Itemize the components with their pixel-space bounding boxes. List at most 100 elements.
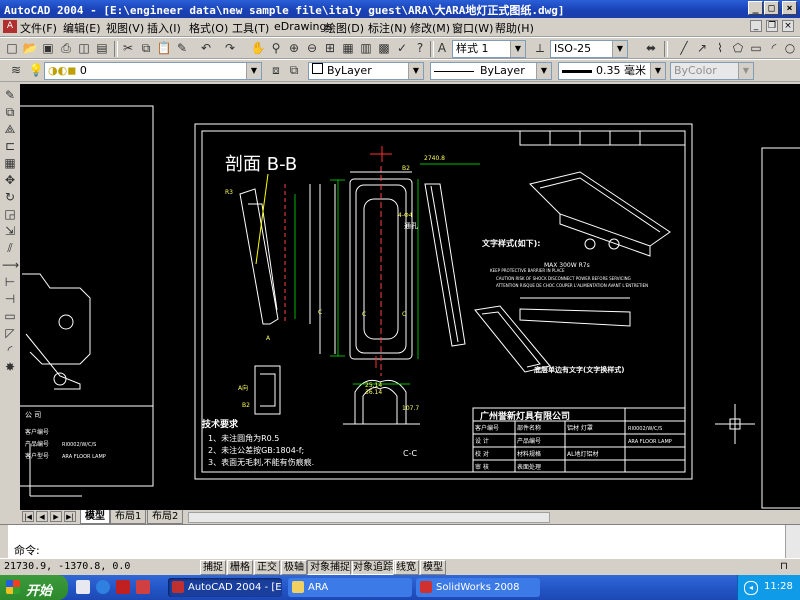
layer-previous-icon[interactable]: ⧉ — [286, 62, 302, 78]
menu-file[interactable]: 文件(F) — [20, 20, 57, 36]
rectangle-icon[interactable]: ▭ — [748, 40, 764, 56]
lineweight-toggle[interactable]: 线宽 — [393, 560, 419, 575]
tool-palettes-icon[interactable]: ▥ — [358, 40, 374, 56]
paste-icon[interactable]: 📋 — [156, 40, 172, 56]
maximize-button[interactable]: □ — [764, 1, 779, 15]
stretch-icon[interactable]: ⇲ — [2, 224, 18, 239]
doc-minimize-button[interactable]: _ — [750, 20, 762, 32]
menu-format[interactable]: 格式(O) — [189, 20, 228, 36]
break-icon[interactable]: ⊣ — [2, 292, 18, 307]
menu-help[interactable]: 帮助(H) — [495, 20, 534, 36]
model-toggle[interactable]: 模型 — [420, 560, 446, 575]
polar-toggle[interactable]: 极轴 — [281, 560, 307, 575]
pan-icon[interactable]: ✋ — [250, 40, 266, 56]
publish-icon[interactable]: ▤ — [94, 40, 110, 56]
menu-dimension[interactable]: 标注(N) — [368, 20, 407, 36]
quicklaunch-acad-icon[interactable] — [116, 580, 130, 594]
menu-edit[interactable]: 编辑(E) — [63, 20, 101, 36]
explode-icon[interactable]: ✸ — [2, 360, 18, 375]
chamfer-icon[interactable]: ◸ — [2, 326, 18, 341]
properties-icon[interactable]: ⊞ — [322, 40, 338, 56]
minimize-button[interactable]: _ — [748, 1, 763, 15]
menu-view[interactable]: 视图(V) — [106, 20, 144, 36]
menu-draw[interactable]: 绘图(D) — [325, 20, 364, 36]
menu-window[interactable]: 窗口(W) — [452, 20, 493, 36]
join-icon[interactable]: ▭ — [2, 309, 18, 324]
task-solidworks[interactable]: SolidWorks 2008 — [416, 578, 540, 597]
dbconnect-icon[interactable]: ▩ — [376, 40, 392, 56]
plot-style-icon[interactable]: ⬌ — [643, 40, 659, 56]
polyline-icon[interactable]: ⌇ — [712, 40, 728, 56]
ortho-toggle[interactable]: 正交 — [254, 560, 280, 575]
copy-icon[interactable]: ⧉ — [138, 40, 154, 56]
command-input[interactable] — [52, 540, 772, 556]
menu-tools[interactable]: 工具(T) — [232, 20, 269, 36]
app-icon[interactable]: A — [3, 20, 17, 33]
rotate-icon[interactable]: ↻ — [2, 190, 18, 205]
make-current-layer-icon[interactable]: ⧈ — [268, 62, 284, 78]
menu-edrawings[interactable]: eDrawings — [274, 20, 332, 33]
erase-icon[interactable]: ✎ — [2, 88, 18, 103]
task-ara-folder[interactable]: ARA — [288, 578, 412, 597]
copy-object-icon[interactable]: ⧉ — [2, 105, 18, 120]
plot-icon[interactable]: ⎙ — [58, 40, 74, 56]
command-scrollbar[interactable] — [785, 525, 800, 559]
break-point-icon[interactable]: ⊢ — [2, 275, 18, 290]
zoom-previous-icon[interactable]: ⊖ — [304, 40, 320, 56]
markup-icon[interactable]: ✓ — [394, 40, 410, 56]
menu-modify[interactable]: 修改(M) — [410, 20, 450, 36]
last-tab-button[interactable]: ▶| — [64, 511, 76, 522]
scale-icon[interactable]: ◲ — [2, 207, 18, 222]
move-icon[interactable]: ✥ — [2, 173, 18, 188]
tab-layout2[interactable]: 布局2 — [147, 510, 184, 524]
text-style-select[interactable]: 样式 1 ▼ — [452, 40, 526, 58]
quicklaunch-sw-icon[interactable] — [136, 580, 150, 594]
tray-settings-icon[interactable]: ⊓ — [780, 561, 788, 572]
help-icon[interactable]: ? — [412, 40, 428, 56]
quicklaunch-ie-icon[interactable] — [96, 580, 110, 594]
osnap-toggle[interactable]: 对象捕捉 — [307, 560, 353, 575]
mirror-icon[interactable]: ⟁ — [2, 122, 18, 137]
layer-select[interactable]: ◑◐◼ 0 ▼ — [44, 62, 262, 80]
doc-restore-button[interactable]: ❐ — [766, 20, 778, 32]
design-center-icon[interactable]: ▦ — [340, 40, 356, 56]
xline-icon[interactable]: ↗ — [694, 40, 710, 56]
extend-icon[interactable]: ⟶ — [2, 258, 19, 273]
quicklaunch-desktop-icon[interactable] — [76, 580, 90, 594]
tab-layout1[interactable]: 布局1 — [110, 510, 147, 524]
lineweight-select[interactable]: 0.35 毫米 ▼ — [558, 62, 666, 80]
undo-icon[interactable]: ↶ — [198, 40, 214, 56]
snap-toggle[interactable]: 捕捉 — [200, 560, 226, 575]
line-icon[interactable]: ╱ — [676, 40, 692, 56]
linetype-select[interactable]: ByLayer ▼ — [430, 62, 552, 80]
polygon-icon[interactable]: ⬠ — [730, 40, 746, 56]
trim-icon[interactable]: ⫽ — [2, 241, 18, 256]
grid-toggle[interactable]: 栅格 — [227, 560, 253, 575]
match-properties-icon[interactable]: ✎ — [174, 40, 190, 56]
array-icon[interactable]: ▦ — [2, 156, 18, 171]
redo-icon[interactable]: ↷ — [222, 40, 238, 56]
zoom-realtime-icon[interactable]: ⚲ — [268, 40, 284, 56]
task-autocad[interactable]: AutoCAD 2004 - [E:\... — [168, 578, 282, 597]
doc-close-button[interactable]: × — [782, 20, 794, 32]
dim-style-select[interactable]: ISO-25 ▼ — [550, 40, 628, 58]
layer-manager-icon[interactable]: ≋ — [8, 62, 24, 78]
fillet-icon[interactable]: ◜ — [2, 343, 18, 358]
open-icon[interactable]: 📂 — [22, 40, 38, 56]
prev-tab-button[interactable]: ◀ — [36, 511, 48, 522]
close-button[interactable]: × — [782, 1, 797, 15]
zoom-window-icon[interactable]: ⊕ — [286, 40, 302, 56]
next-tab-button[interactable]: ▶ — [50, 511, 62, 522]
otrack-toggle[interactable]: 对象追踪 — [350, 560, 396, 575]
new-icon[interactable]: □ — [4, 40, 20, 56]
volume-icon[interactable]: ◂ — [744, 581, 758, 595]
preview-icon[interactable]: ◫ — [76, 40, 92, 56]
tab-model[interactable]: 模型 — [80, 510, 110, 524]
circle-icon[interactable]: ○ — [782, 40, 798, 56]
offset-icon[interactable]: ⊏ — [2, 139, 18, 154]
arc-icon[interactable]: ◜ — [766, 40, 782, 56]
first-tab-button[interactable]: |◀ — [22, 511, 34, 522]
start-button[interactable]: 开始 — [0, 575, 68, 600]
save-icon[interactable]: ▣ — [40, 40, 56, 56]
drawing-canvas[interactable]: 剖面 B-B C-C 技术要求 1、未注圆角为R0.5 2、未注公差按GB:18… — [20, 84, 800, 510]
